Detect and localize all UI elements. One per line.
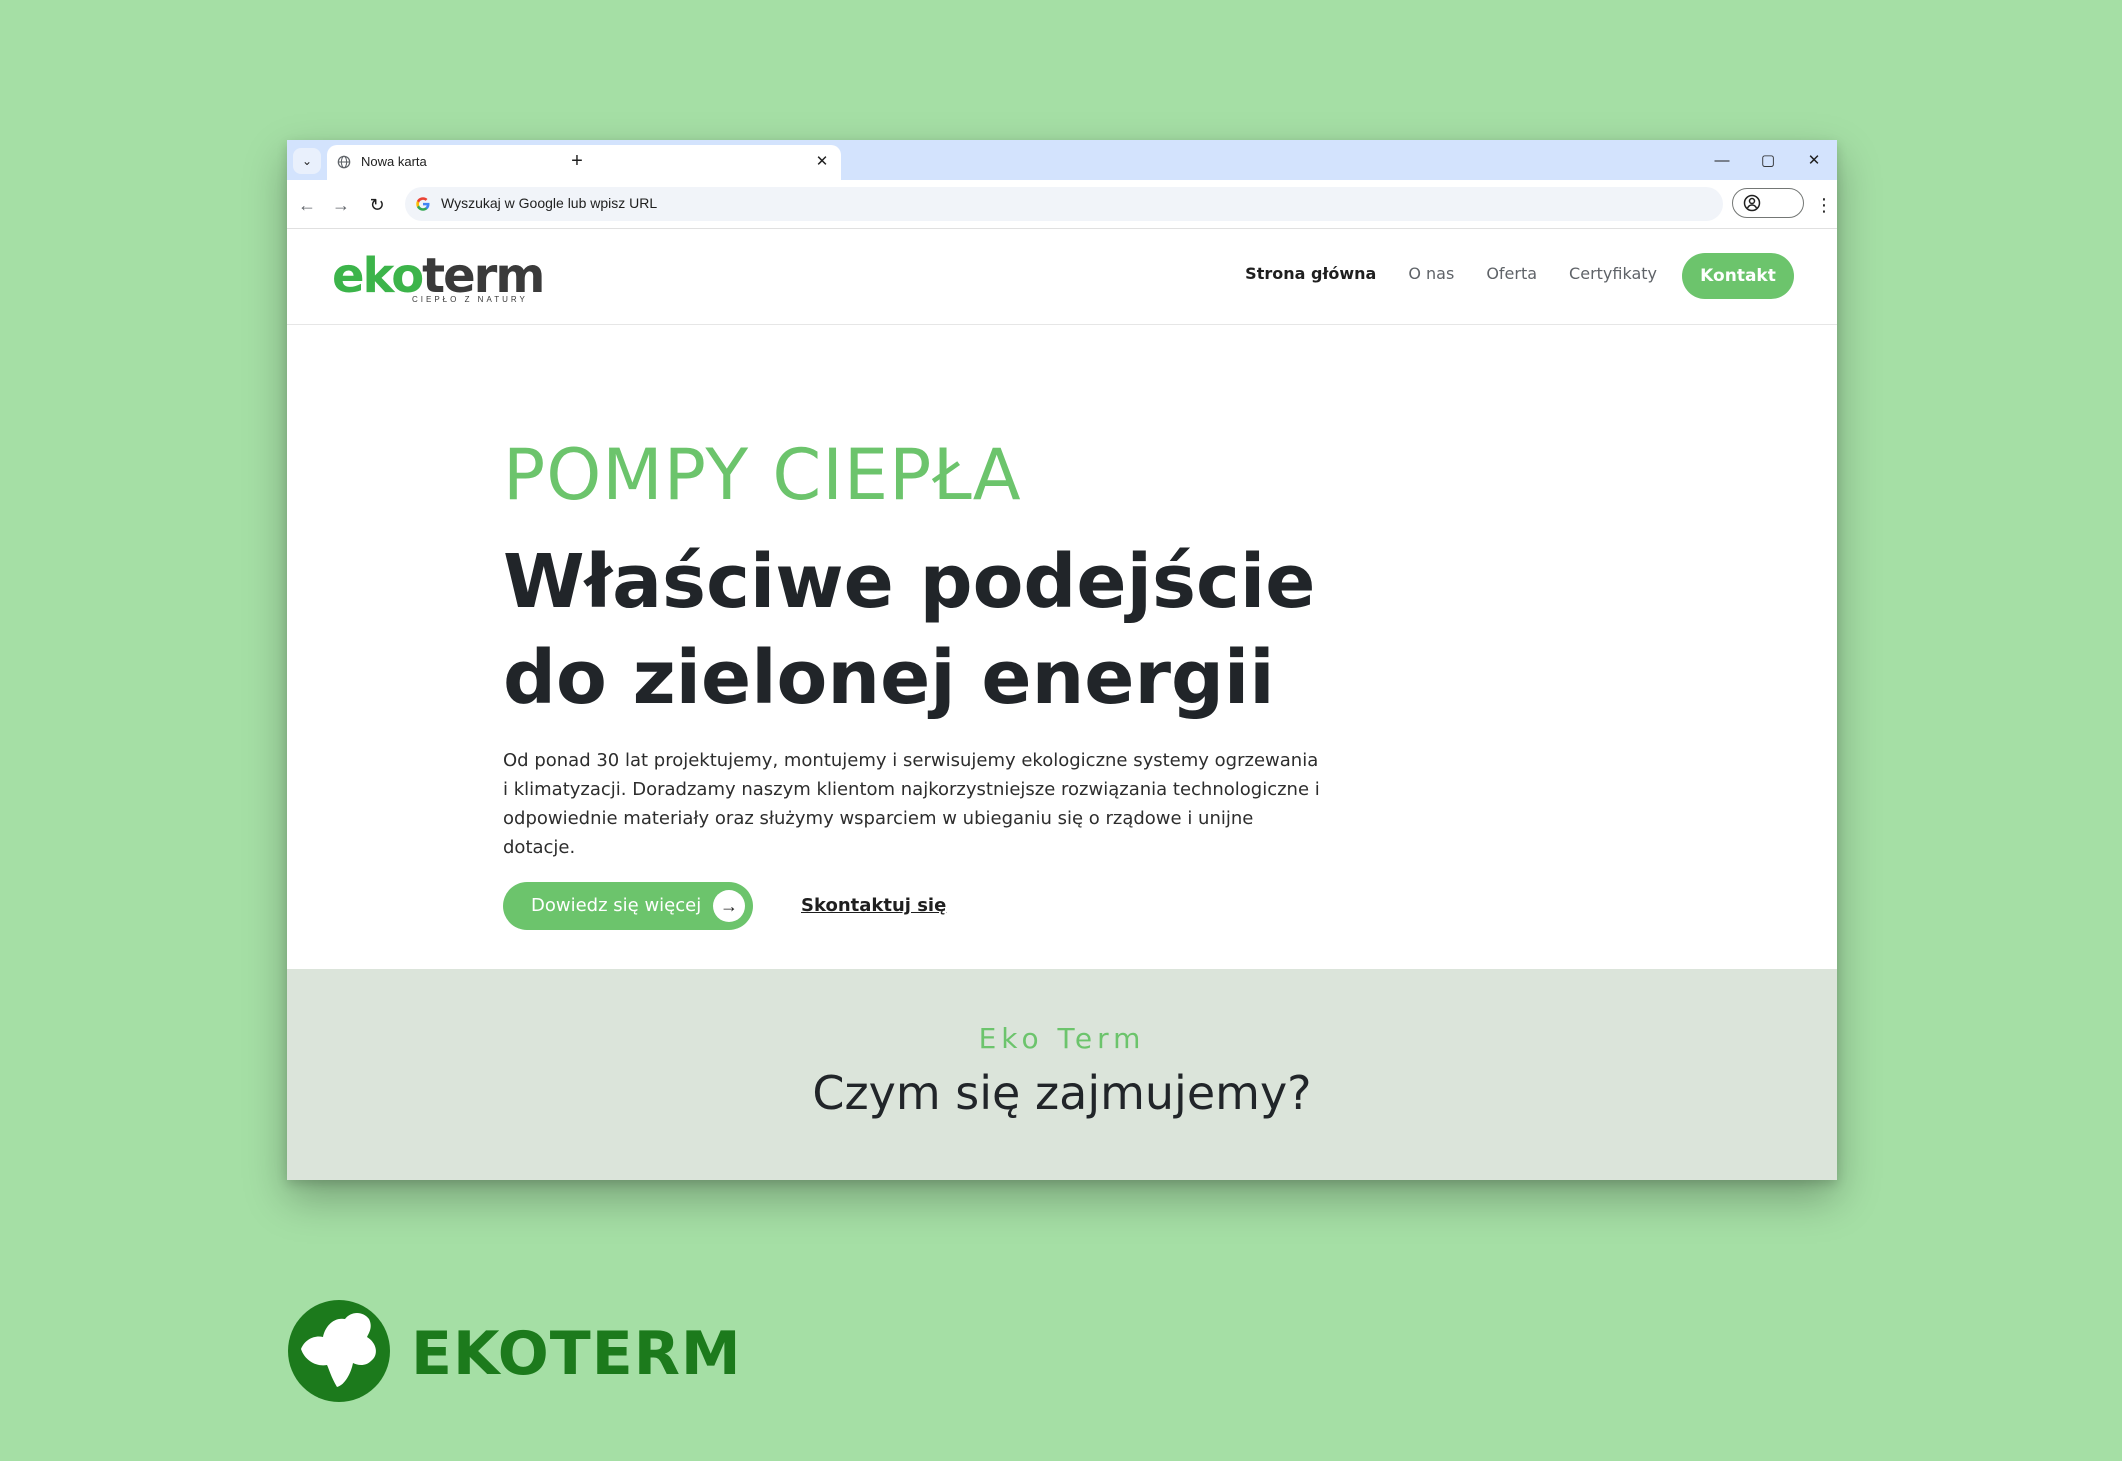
- minimize-button[interactable]: —: [1699, 140, 1745, 180]
- back-button[interactable]: ←: [293, 191, 321, 219]
- browser-window: ⌄ Nowa karta ✕ + — ▢ ✕ ← → ↻ Wyszukaj w …: [287, 140, 1837, 1180]
- browser-menu-button[interactable]: ⋮: [1815, 192, 1833, 218]
- more-vert-icon: ⋮: [1815, 194, 1833, 215]
- hero-description: Od ponad 30 lat projektujemy, montujemy …: [503, 750, 1320, 858]
- close-icon: ✕: [1807, 152, 1821, 169]
- tab-strip: ⌄ Nowa karta ✕ + — ▢ ✕: [287, 140, 1837, 180]
- contact-button[interactable]: Kontakt: [1682, 253, 1794, 299]
- site-header: ekoterm CIEPŁO Z NATURY Strona główna O …: [287, 229, 1837, 325]
- nav-item-certificates[interactable]: Certyfikaty: [1569, 264, 1657, 283]
- services-section: Eko Term Czym się zajmujemy?: [287, 969, 1837, 1180]
- contact-link[interactable]: Skontaktuj się: [801, 895, 946, 916]
- brand-name: EKOTERM: [411, 1319, 742, 1389]
- site-logo[interactable]: ekoterm CIEPŁO Z NATURY: [332, 247, 545, 305]
- section-kicker: Eko Term: [978, 1022, 1146, 1055]
- page-viewport: ekoterm CIEPŁO Z NATURY Strona główna O …: [287, 229, 1837, 1180]
- address-bar[interactable]: Wyszukaj w Google lub wpisz URL: [405, 187, 1723, 221]
- minimize-icon: —: [1714, 151, 1730, 169]
- globe-icon: [337, 155, 351, 169]
- brand-footer: EKOTERM: [287, 1299, 747, 1403]
- address-placeholder: Wyszukaj w Google lub wpisz URL: [441, 195, 658, 211]
- tab-search-button[interactable]: ⌄: [293, 148, 321, 174]
- arrow-right-icon: →: [332, 194, 350, 215]
- google-icon: [416, 197, 430, 211]
- main-nav: Strona główna O nas Oferta Certyfikaty: [1245, 264, 1657, 283]
- hero-title: Właściwe podejście do zielonej energii: [503, 539, 1316, 721]
- maximize-icon: ▢: [1760, 152, 1776, 169]
- nav-item-offer[interactable]: Oferta: [1486, 264, 1537, 283]
- tab-title: Nowa karta: [361, 154, 427, 169]
- ekoterm-logo-icon: [288, 1300, 390, 1402]
- account-icon: [1743, 194, 1761, 212]
- plus-icon: +: [571, 149, 583, 172]
- section-title: Czym się zajmujemy?: [812, 1066, 1312, 1120]
- logo-prefix: eko: [332, 248, 424, 304]
- browser-toolbar: ← → ↻ Wyszukaj w Google lub wpisz URL ⋮: [287, 180, 1837, 229]
- chevron-down-icon: ⌄: [301, 154, 313, 168]
- arrow-right-icon: →: [713, 890, 745, 922]
- new-tab-button[interactable]: +: [564, 148, 590, 174]
- logo-tagline: CIEPŁO Z NATURY: [412, 295, 528, 304]
- learn-more-button[interactable]: Dowiedz się więcej →: [503, 882, 753, 930]
- reload-icon: ↻: [369, 194, 385, 215]
- forward-button[interactable]: →: [327, 191, 355, 219]
- hero-kicker: POMPY CIEPŁA: [503, 434, 1022, 516]
- profile-button[interactable]: [1732, 188, 1804, 218]
- learn-more-label: Dowiedz się więcej: [531, 895, 702, 916]
- reload-button[interactable]: ↻: [363, 191, 391, 219]
- close-icon[interactable]: ✕: [811, 150, 833, 172]
- nav-item-home[interactable]: Strona główna: [1245, 264, 1376, 283]
- nav-item-about[interactable]: O nas: [1408, 264, 1454, 283]
- maximize-button[interactable]: ▢: [1745, 140, 1791, 180]
- window-controls: — ▢ ✕: [1699, 140, 1837, 180]
- close-window-button[interactable]: ✕: [1791, 140, 1837, 180]
- arrow-left-icon: ←: [298, 194, 316, 215]
